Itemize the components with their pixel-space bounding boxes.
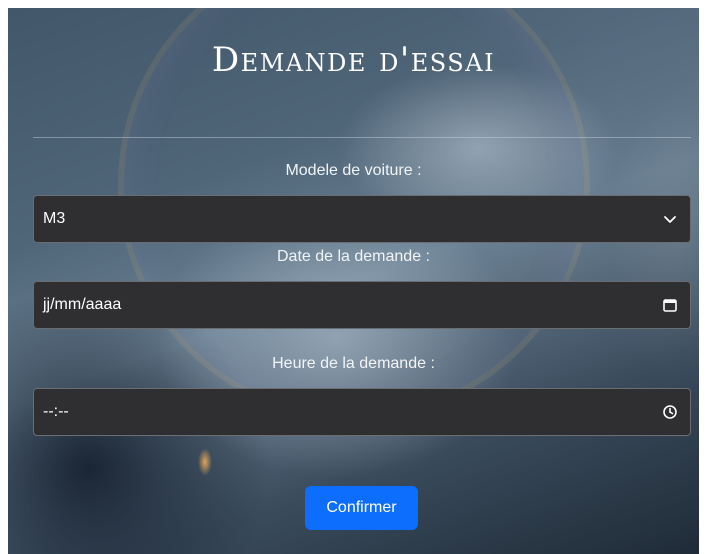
date-label: Date de la demande :	[277, 248, 430, 265]
confirm-button[interactable]: Confirmer	[305, 486, 418, 530]
chevron-down-icon	[664, 216, 676, 223]
form-panel: Demande d'essai Modele de voiture : M3 D…	[8, 8, 699, 554]
time-input[interactable]: --:--	[33, 388, 691, 436]
date-input-placeholder: jj/mm/aaaa	[43, 296, 122, 313]
date-input[interactable]: jj/mm/aaaa	[33, 281, 691, 329]
time-input-placeholder: --:--	[43, 403, 69, 420]
clock-icon[interactable]	[662, 404, 678, 420]
model-select[interactable]: M3	[33, 195, 691, 243]
lens-flare-spot	[198, 448, 212, 476]
page-title: Demande d'essai	[211, 40, 496, 80]
model-select-value: M3	[43, 210, 66, 227]
title-divider	[33, 137, 691, 138]
time-label: Heure de la demande :	[272, 355, 435, 372]
calendar-icon[interactable]	[662, 297, 678, 313]
model-label: Modele de voiture :	[285, 162, 422, 179]
